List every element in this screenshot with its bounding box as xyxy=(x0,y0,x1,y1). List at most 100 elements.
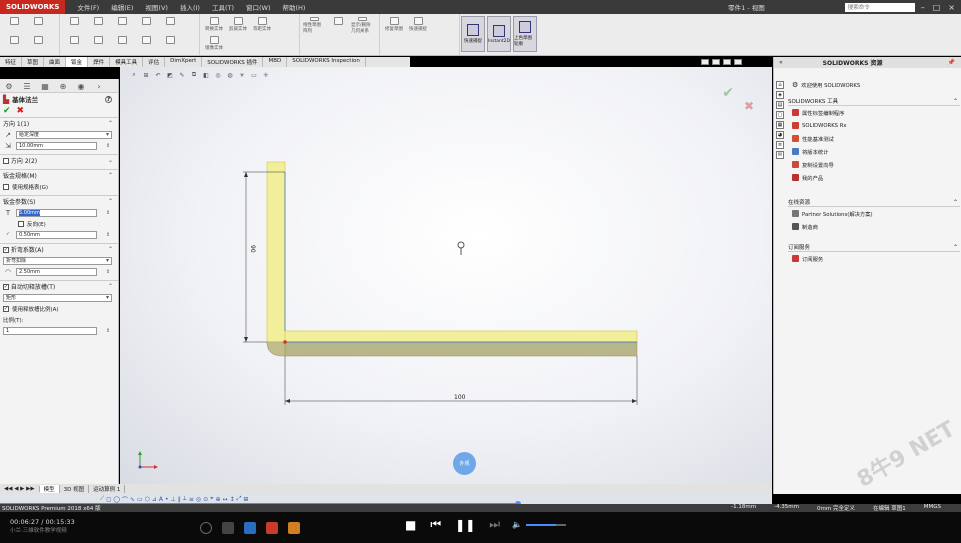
menu-file[interactable]: 文件(F) xyxy=(77,2,99,12)
maximize-icon[interactable]: □ xyxy=(933,3,941,12)
chevron-up-icon[interactable]: ⌃ xyxy=(108,198,113,205)
search-input[interactable]: 搜索命令 xyxy=(844,2,915,12)
reverse-checkbox[interactable] xyxy=(18,220,24,227)
tab-inspection[interactable]: SOLIDWORKS Inspection xyxy=(287,57,366,67)
display-manager-icon[interactable]: ◉ xyxy=(72,79,90,93)
tool-icon[interactable]: ↔ xyxy=(223,496,228,503)
quick-snaps-big-button[interactable]: 快速捕捉 xyxy=(461,16,485,52)
tool-icon[interactable]: ⊙ xyxy=(203,496,208,503)
feature-tree-icon[interactable]: ⚙ xyxy=(0,79,18,93)
solidworks-taskbar-icon[interactable] xyxy=(266,522,278,534)
bend-type-select[interactable]: 折弯扣除 xyxy=(3,256,112,265)
depth-input[interactable]: 10.00mm xyxy=(16,141,97,150)
tool-item[interactable]: 属性标签编制程序 xyxy=(788,106,960,119)
taskview-icon[interactable] xyxy=(222,522,234,534)
move-entities-button[interactable] xyxy=(327,17,349,34)
tool-icon[interactable]: ⟋ xyxy=(100,495,104,503)
radius-spinner[interactable]: ⇕ xyxy=(106,232,112,238)
mirror-entities-button[interactable]: 镜像实体 xyxy=(203,36,225,53)
tool-icon[interactable]: ⌖ xyxy=(210,495,213,503)
tab-mbd[interactable]: MBD xyxy=(263,57,288,67)
chevron-up-icon[interactable]: ⌃ xyxy=(108,120,113,127)
tool-item[interactable]: 我的产品 xyxy=(788,171,960,184)
expand-icon[interactable]: › xyxy=(90,79,108,93)
thickness-spinner[interactable]: ⇕ xyxy=(106,210,112,216)
help-icon[interactable]: ? xyxy=(105,95,112,103)
status-units[interactable]: MMGS xyxy=(924,504,941,512)
tool-icon[interactable]: ↕ xyxy=(230,496,235,503)
shaded-sketch-button[interactable]: 上色草图轮廓 xyxy=(513,16,537,52)
online-header[interactable]: 在线资源 ⌃ xyxy=(788,198,960,207)
chevron-up-icon[interactable]: ⌃ xyxy=(108,172,113,179)
folder-icon[interactable] xyxy=(288,522,300,534)
menu-help[interactable]: 帮助(H) xyxy=(282,2,305,12)
text-button[interactable] xyxy=(87,36,109,53)
chevron-up-icon[interactable]: ⌃ xyxy=(108,246,113,253)
chevron-up-icon[interactable]: ⌃ xyxy=(108,283,113,290)
tool-icon[interactable]: A xyxy=(159,496,163,503)
resources-icon[interactable]: ◈ xyxy=(776,91,784,99)
tab-weldments[interactable]: 焊件 xyxy=(88,57,111,67)
linear-pattern-button[interactable]: 线性草图阵列 xyxy=(303,17,325,34)
viewport-close-icon[interactable] xyxy=(734,59,742,65)
bend-value-spinner[interactable]: ⇕ xyxy=(106,269,112,275)
line-button[interactable] xyxy=(3,36,25,53)
relief-checkbox[interactable]: ✓ xyxy=(3,283,9,290)
appearance-button[interactable]: 外观 xyxy=(453,452,476,475)
graphics-area[interactable]: ⌕ ⊞ ↶ ◩ ✎ ⧉ ◧ ◎ ◍ ☀ ▭ ✛ ✔ ✖ 90 100 外观 xyxy=(120,59,772,484)
repair-sketch-button[interactable]: 修复草图 xyxy=(383,17,405,34)
convert-entities-button[interactable]: 转换实体 xyxy=(203,17,225,34)
file-explorer-icon[interactable]: ▢ xyxy=(776,111,784,119)
collapse-icon[interactable]: « xyxy=(779,59,783,66)
tab-model[interactable]: 模型 xyxy=(39,485,60,493)
tool-item[interactable]: 将版本统计 xyxy=(788,145,960,158)
cancel-x-icon[interactable]: ✖ xyxy=(17,106,25,116)
point-button[interactable] xyxy=(111,36,133,53)
tool-icon[interactable]: ∥ xyxy=(178,496,181,503)
direction2-checkbox[interactable] xyxy=(3,157,9,164)
next-icon[interactable]: ⏭ xyxy=(489,517,500,532)
plane-button[interactable] xyxy=(135,36,157,53)
tool-icon[interactable]: ⊕ xyxy=(216,496,221,503)
forum-icon[interactable]: ✉ xyxy=(776,151,784,159)
ok-check-icon[interactable]: ✔ xyxy=(3,106,11,116)
tab-evaluate[interactable]: 评估 xyxy=(143,57,166,67)
tab-motion-study[interactable]: 运动算例 1 xyxy=(89,485,126,493)
menu-view[interactable]: 视图(V) xyxy=(145,2,168,12)
instant2d-button[interactable]: Instant2D xyxy=(487,16,511,52)
tool-icon[interactable]: ⤢ xyxy=(237,495,242,503)
menu-edit[interactable]: 编辑(E) xyxy=(111,2,133,12)
online-item[interactable]: 制造商 xyxy=(788,220,960,233)
tab-addins[interactable]: SOLIDWORKS 插件 xyxy=(202,57,264,67)
pause-icon[interactable]: ❚❚ xyxy=(455,518,475,532)
tool-icon[interactable]: ◯ xyxy=(113,496,120,503)
use-ratio-checkbox[interactable]: ✓ xyxy=(3,305,9,312)
tool-item[interactable]: SOLIDWORKS Rx xyxy=(788,119,960,132)
direction1-header[interactable]: 方向 1(1) ⌃ xyxy=(0,118,118,129)
stop-icon[interactable]: ■ xyxy=(405,518,416,532)
solidworks-logo[interactable]: SOLIDWORKS xyxy=(0,0,66,14)
tool-icon[interactable]: ⬡ xyxy=(145,496,150,503)
tab-sheet-metal[interactable]: 钣金 xyxy=(66,57,89,67)
tool-icon[interactable]: ◻ xyxy=(106,496,111,503)
tab-nav-arrows[interactable]: ◀◀ ◀ ▶ ▶▶ xyxy=(0,486,40,492)
tools-header[interactable]: SOLIDWORKS 工具 ⌃ xyxy=(788,97,960,106)
tab-features[interactable]: 特征 xyxy=(0,57,23,67)
design-library-icon[interactable]: ▤ xyxy=(776,101,784,109)
spline-button[interactable] xyxy=(87,17,109,34)
chevron-up-icon[interactable]: ⌃ xyxy=(953,244,958,251)
browser-icon[interactable] xyxy=(244,522,256,534)
chevron-up-icon[interactable]: ⌃ xyxy=(953,199,958,206)
tool-icon[interactable]: ▭ xyxy=(137,496,143,503)
tool-icon[interactable]: ⟂ xyxy=(183,495,187,503)
tab-sketch[interactable]: 草图 xyxy=(22,57,45,67)
direction2-header[interactable]: 方向 2(2) ⌄ xyxy=(0,155,118,166)
property-manager-icon[interactable]: ☰ xyxy=(18,79,36,93)
chevron-up-icon[interactable]: ⌃ xyxy=(953,98,958,105)
dimxpert-icon[interactable]: ⊕ xyxy=(54,79,72,93)
tab-3d-views[interactable]: 3D 视图 xyxy=(60,485,90,493)
tool-item[interactable]: 复制设置向导 xyxy=(788,158,960,171)
fillet-button[interactable] xyxy=(63,36,85,53)
polygon-button[interactable] xyxy=(159,17,181,34)
view-palette-icon[interactable]: ▦ xyxy=(776,121,784,129)
